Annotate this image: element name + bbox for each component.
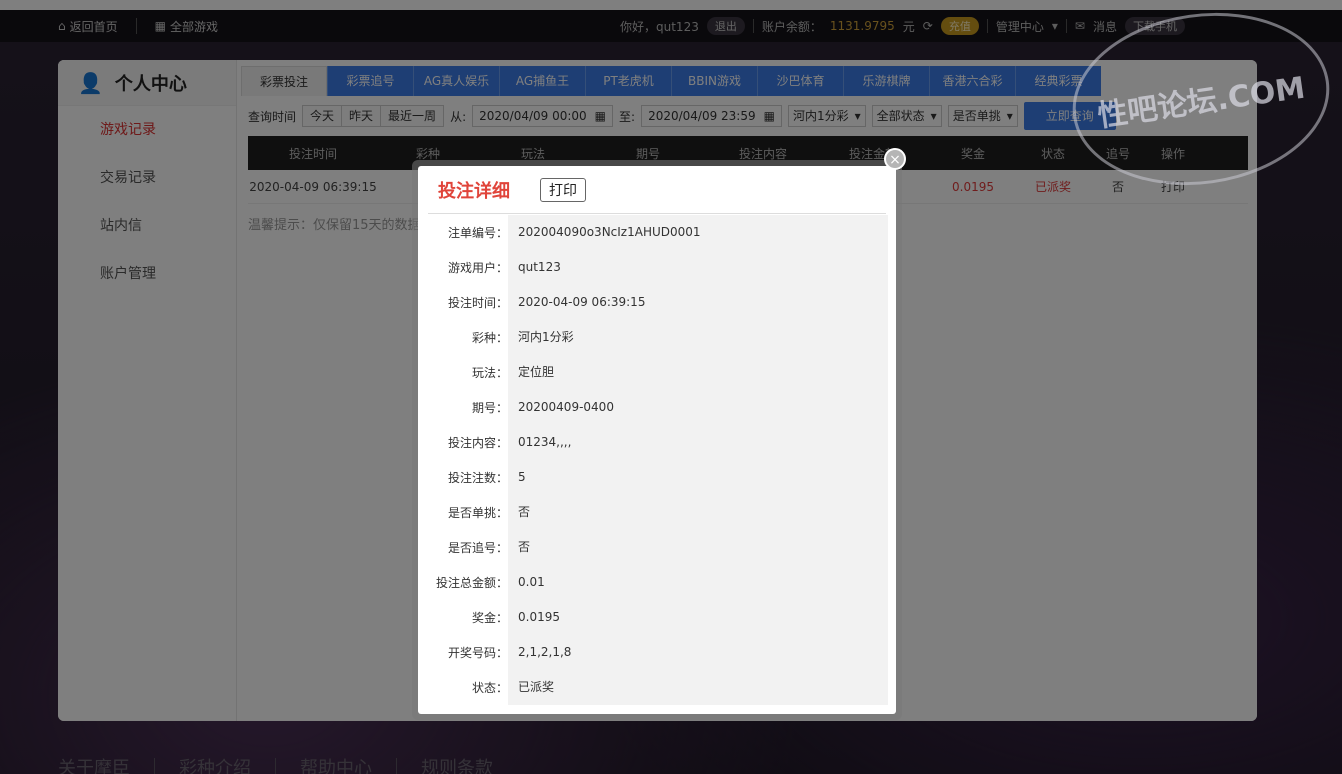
detail-row: 注单编号： 202004090o3NcIz1AHUD0001: [428, 215, 888, 250]
modal-title: 投注详细: [438, 180, 510, 202]
detail-row: 玩法： 定位胆: [428, 355, 888, 390]
detail-row: 是否单挑：否: [428, 495, 888, 530]
print-button[interactable]: 打印: [540, 177, 586, 202]
bet-detail-modal-frame: 投注详细 打印 注单编号： 202004090o3NcIz1AHUD0001 游戏…: [412, 148, 906, 720]
detail-row: 投注内容： 01234,,,,: [428, 425, 888, 460]
detail-row: 游戏用户： qut123: [428, 250, 888, 285]
detail-row: 投注总金额： 0.01: [428, 565, 888, 600]
modal-body: 注单编号： 202004090o3NcIz1AHUD0001 游戏用户： qut12…: [428, 215, 888, 705]
detail-row: 开奖号码： 2,1,2,1,8: [428, 635, 888, 670]
modal-header: 投注详细 打印: [428, 166, 886, 214]
close-icon[interactable]: ×: [884, 148, 906, 170]
detail-row: 奖金： 0.0195: [428, 600, 888, 635]
detail-row: 是否追号：否: [428, 530, 888, 565]
bet-detail-modal: 投注详细 打印 注单编号： 202004090o3NcIz1AHUD0001 游戏…: [418, 166, 896, 714]
detail-row: 投注时间： 2020-04-09 06:39:15: [428, 285, 888, 320]
detail-row: 状态： 已派奖: [428, 670, 888, 705]
detail-row: 期号： 20200409-0400: [428, 390, 888, 425]
detail-row: 投注注数： 5: [428, 460, 888, 495]
detail-row: 彩种： 河内1分彩: [428, 320, 888, 355]
